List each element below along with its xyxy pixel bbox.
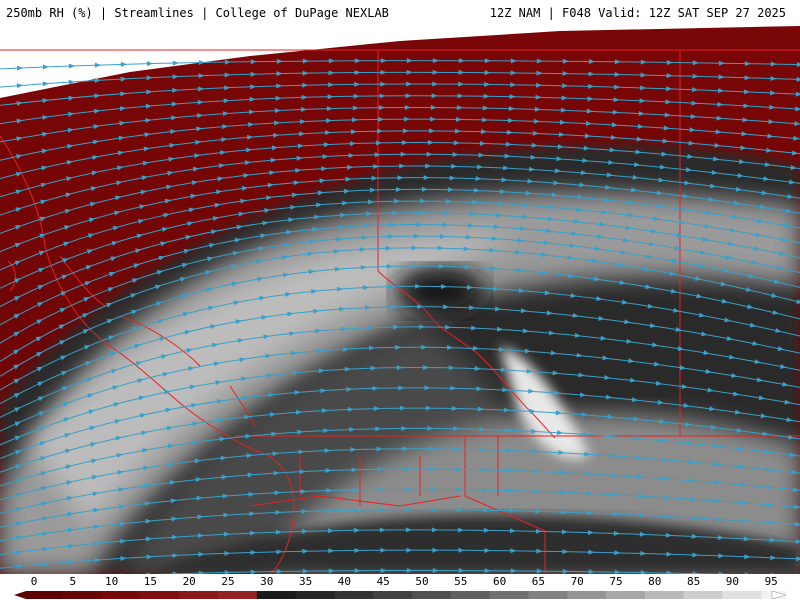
colorbar-bin [489, 591, 529, 599]
colorbar-bin [218, 591, 258, 599]
colorbar-tick-label: 5 [69, 575, 77, 588]
color-scale: 0 5 10 15 20 25 30 35 40 45 50 55 60 65 70 75 80 85 90 95 [0, 574, 800, 600]
colorbar-tick-label: 95 [764, 575, 778, 588]
model-valid-time: 12Z NAM | F048 Valid: 12Z SAT SEP 27 202… [489, 6, 786, 20]
colorbar-tick-label: 40 [337, 575, 352, 588]
colorbar-bin [412, 591, 452, 599]
streamline-arrow [172, 60, 179, 66]
colorbar-tick-label: 60 [492, 575, 507, 588]
colorbar-low-arrow [14, 591, 26, 599]
colorbar-tick-label: 80 [648, 575, 662, 588]
colorbar-bin [334, 591, 374, 599]
colorbar-bin [179, 591, 219, 599]
colorbar-bin [101, 591, 141, 599]
colorbar-bin [373, 591, 413, 599]
streamline-arrow [16, 83, 23, 89]
colorbar-tick-label: 90 [725, 575, 740, 588]
colorbar-tick-label: 0 [30, 575, 38, 588]
streamline-arrow [146, 61, 153, 67]
streamline-arrow [42, 81, 49, 87]
colorbar-tick-label: 30 [260, 575, 274, 588]
colorbar-tick-label: 65 [531, 575, 546, 588]
colorbar-bin [683, 591, 723, 599]
colorbar-tick-label: 70 [570, 575, 584, 588]
streamline-arrow [94, 62, 101, 68]
colorbar-tick-label: 55 [454, 575, 468, 588]
colorbar-tick-label: 45 [376, 575, 390, 588]
colorbar-tick-label: 75 [609, 575, 623, 588]
streamline-arrow [68, 63, 75, 69]
streamline-arrow [16, 65, 23, 71]
colorbar-tick-label: 35 [298, 575, 313, 588]
colorbar-bin [567, 591, 607, 599]
streamline-arrow [42, 64, 49, 70]
colorbar-tick-label: 10 [104, 575, 119, 588]
streamline-arrow [120, 61, 127, 67]
colorbar-tick-label: 20 [182, 575, 196, 588]
colorbar-bin [295, 591, 335, 599]
colorbar-bin [62, 591, 103, 599]
colorbar-bar [14, 591, 786, 599]
header-bar: 250mb RH (%) | Streamlines | College of … [0, 0, 800, 26]
colorbar-bin [528, 591, 568, 599]
colorbar-bin [722, 591, 762, 599]
colorbar-bin [140, 591, 180, 599]
product-title: 250mb RH (%) | Streamlines | College of … [6, 6, 389, 20]
map-panel [0, 26, 800, 574]
rh-streamline-map [0, 26, 800, 574]
colorbar-tick-label: 15 [143, 575, 158, 588]
colorbar-bin [26, 591, 66, 599]
colorbar-bin [606, 591, 646, 599]
colorbar-bin [644, 591, 685, 599]
colorbar-bin [256, 591, 297, 599]
colorbar-tick-label: 50 [415, 575, 429, 588]
colorbar-bin [450, 591, 491, 599]
colorbar-tick-label: 25 [221, 575, 235, 588]
colorbar-tick-label: 85 [686, 575, 701, 588]
